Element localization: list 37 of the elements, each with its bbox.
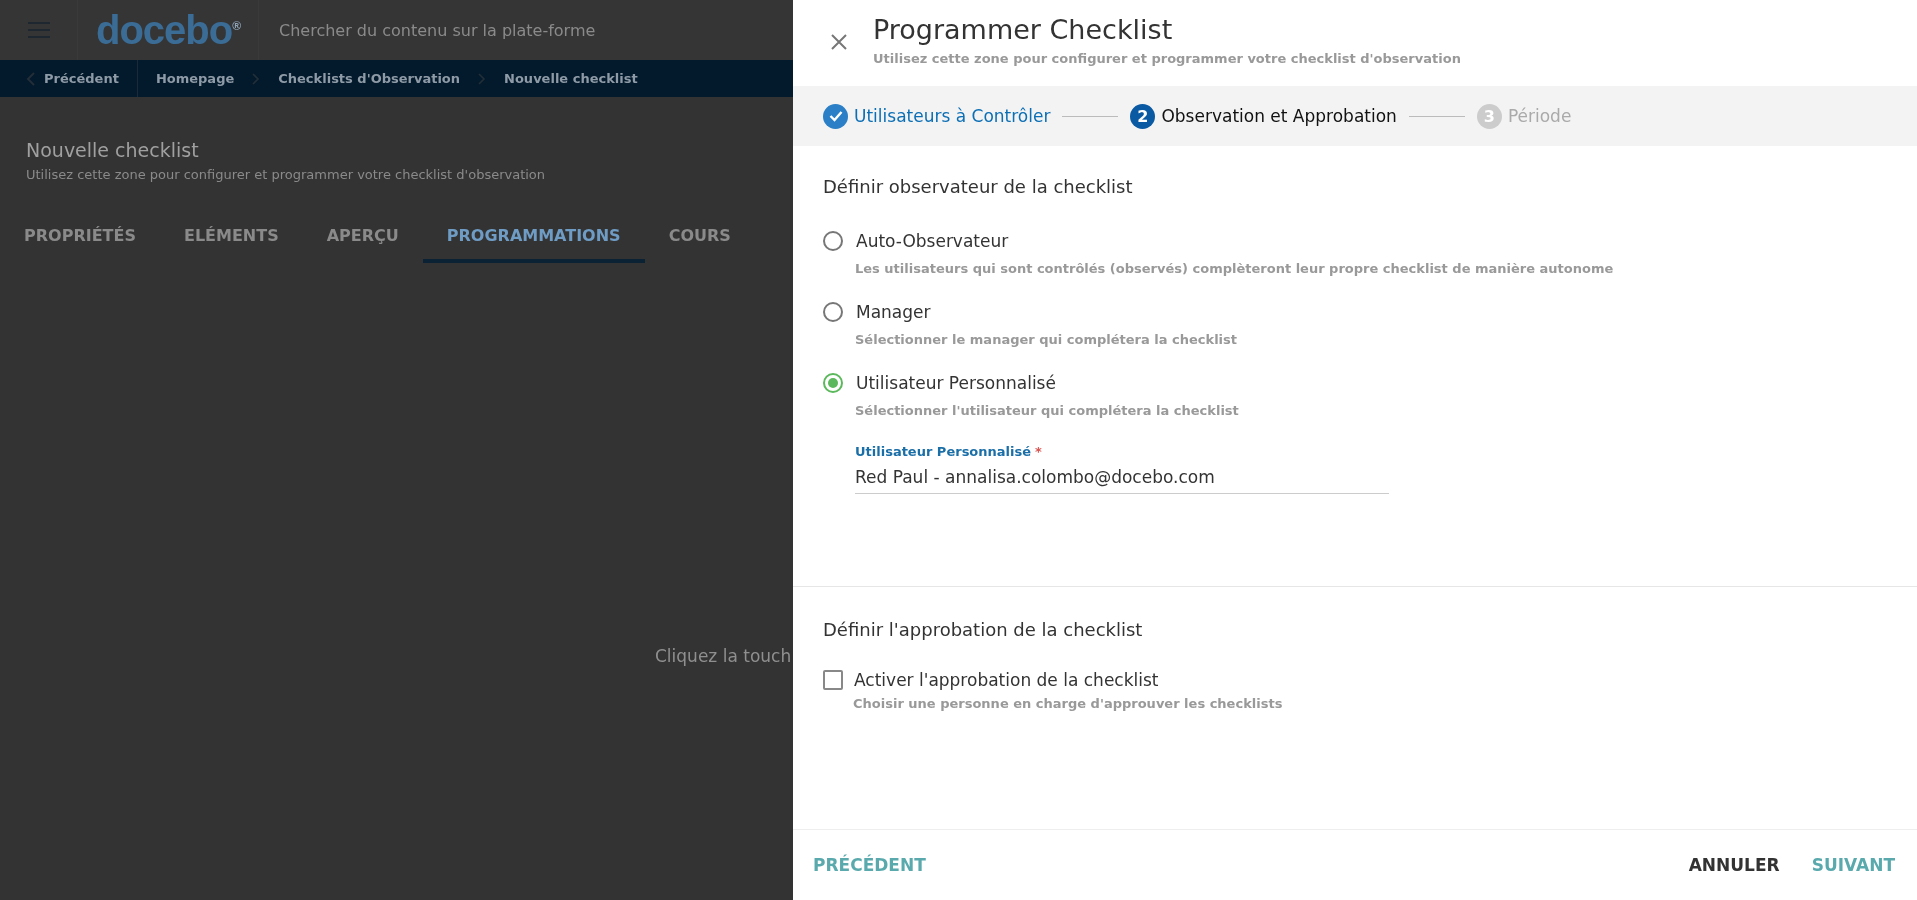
chevron-left-icon [26,71,36,86]
empty-hint: Cliquez la touch [655,646,792,666]
page-title: Nouvelle checklist [26,139,200,161]
checkbox[interactable] [823,670,843,690]
section-title: Définir l'approbation de la checklist [823,619,1144,640]
drawer-title: Programmer Checklist [873,14,1174,45]
logo[interactable]: docebo$^{®}$ [95,7,241,53]
step[interactable]: Utilisateurs à Contrôler [823,103,1051,129]
breadcrumb-link[interactable]: Homepage [155,71,235,86]
cancel-button[interactable]: ANNULER [1680,847,1788,883]
tab[interactable]: PROGRAMMATIONS [422,226,645,263]
chevron-icon [252,72,261,85]
option-description: Choisir une personne en charge d'approuver les checklists [853,696,1284,711]
radio-option[interactable]: Manager [823,302,931,322]
field-label: Utilisateur Personnalisé * [855,444,1042,459]
tab[interactable]: ELÉMENTS [159,226,303,263]
radio-button[interactable] [823,302,843,322]
tab[interactable]: COURS [644,226,755,263]
drawer-subtitle: Utilisez cette zone pour configurer et programmer votre checklist d'observation [873,51,1461,66]
section-title: Définir observateur de la checklist [823,176,1134,197]
option-description: Les utilisateurs qui sont contrôlés (observés) complèteront leur propre checklist de manière autonome [855,261,1615,276]
radio-button[interactable] [823,373,843,393]
breadcrumb-link[interactable]: Checklists d'Observation [278,71,461,86]
tab[interactable]: PROPRIÉTÉS [0,226,160,263]
radio-option[interactable]: Utilisateur Personnalisé [823,373,1056,393]
option-description: Sélectionner l'utilisateur qui complétera la checklist [855,403,1240,418]
radio-button[interactable] [823,231,843,251]
breadcrumb-link[interactable]: Nouvelle checklist [504,71,638,86]
checkbox-option[interactable]: Activer l'approbation de la checklist [823,670,1159,690]
tab[interactable]: APERÇU [302,226,423,263]
chevron-icon [478,72,487,85]
option-description: Sélectionner le manager qui complétera la checklist [855,332,1239,347]
search-field[interactable]: Chercher du contenu sur la plate-forme [277,19,701,41]
page-subtitle: Utilisez cette zone pour configurer et programmer votre checklist d'observation [26,167,547,182]
radio-option[interactable]: Auto-Observateur [823,231,1009,251]
back-link[interactable]: Précédent [0,60,138,97]
step[interactable]: 2 Observation et Approbation [1130,103,1397,129]
